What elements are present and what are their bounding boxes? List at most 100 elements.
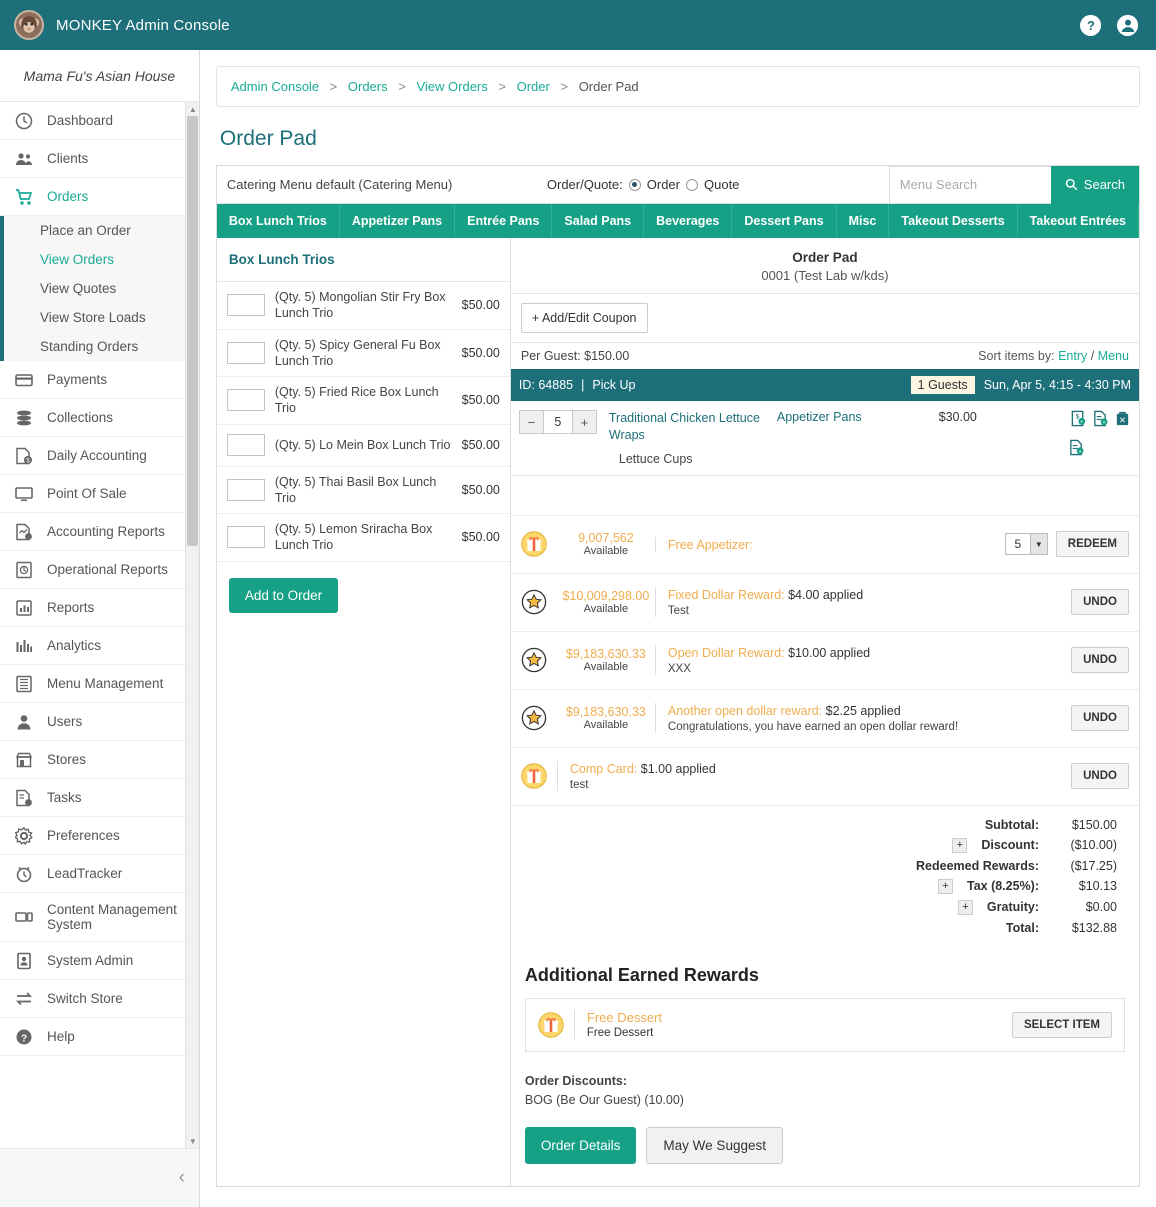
expand-toggle-icon[interactable]: + <box>957 899 973 915</box>
sidebar-item-orders[interactable]: Orders <box>0 178 199 216</box>
radio-quote[interactable] <box>686 178 698 191</box>
add-to-order-button[interactable]: Add to Order <box>228 577 339 613</box>
sidebar-item-collections[interactable]: Collections <box>0 399 199 437</box>
delete-icon[interactable]: ✕ <box>1114 410 1131 427</box>
sidebar-item-dashboard[interactable]: Dashboard <box>0 102 199 140</box>
sub-note-icon[interactable]: + <box>1068 439 1085 456</box>
tab-beverages[interactable]: Beverages <box>644 204 733 238</box>
submenu-item-view-store-loads[interactable]: View Store Loads <box>4 303 199 332</box>
select-item-button[interactable]: SELECT ITEM <box>1011 1011 1112 1038</box>
account-avatar-icon[interactable] <box>1117 14 1138 36</box>
sidebar-item-operational-reports[interactable]: Operational Reports <box>0 551 199 589</box>
line-item-name[interactable]: Traditional Chicken Lettuce Wraps <box>609 410 769 444</box>
catalog-qty-input[interactable] <box>226 341 265 364</box>
scroll-up-icon[interactable]: ▲ <box>186 102 200 116</box>
expand-toggle-icon[interactable]: + <box>937 878 953 894</box>
tab-takeout-desserts[interactable]: Takeout Desserts <box>889 204 1018 238</box>
submenu-item-view-quotes[interactable]: View Quotes <box>4 274 199 303</box>
tab-appetizer-pans[interactable]: Appetizer Pans <box>340 204 456 238</box>
coupon-bar: + Add/Edit Coupon <box>510 293 1139 342</box>
breadcrumb-view-orders[interactable]: View Orders <box>416 79 487 94</box>
sidebar-item-users[interactable]: Users <box>0 703 199 741</box>
submenu-item-place-an-order[interactable]: Place an Order <box>4 216 199 245</box>
breadcrumb-admin-console[interactable]: Admin Console <box>231 79 319 94</box>
chevron-left-icon[interactable]: ‹ <box>179 1167 185 1189</box>
tab-box-lunch-trios[interactable]: Box Lunch Trios <box>217 204 340 238</box>
sidebar-item-preferences[interactable]: Preferences <box>0 817 199 855</box>
svg-text:?: ? <box>20 1033 26 1044</box>
submenu-item-standing-orders[interactable]: Standing Orders <box>4 332 199 361</box>
reward-row: $10,009,298.00 Available Fixed Dollar Rewa… <box>510 574 1139 632</box>
qty-value[interactable]: 5 <box>542 411 573 433</box>
sidebar-item-payments[interactable]: Payments <box>0 361 199 399</box>
clock-icon <box>14 864 33 883</box>
chevron-down-icon[interactable]: ▼ <box>1029 534 1047 555</box>
catalog-qty-input[interactable] <box>226 478 265 501</box>
reward-text: Another open dollar reward: $2.25 applie… <box>654 703 1071 734</box>
submenu-item-view-orders[interactable]: View Orders <box>4 245 199 274</box>
sidebar-collapse-bar[interactable]: ‹ <box>0 1148 199 1207</box>
tasks-icon <box>14 788 33 807</box>
total-label: Total: <box>1005 920 1039 935</box>
tab-entr-e-pans[interactable]: Entrée Pans <box>455 204 553 238</box>
may-we-suggest-button[interactable]: May We Suggest <box>646 1126 783 1164</box>
reward-action-button[interactable]: UNDO <box>1071 589 1129 616</box>
sidebar-item-accounting-reports[interactable]: Accounting Reports <box>0 513 199 551</box>
catalog-qty-input[interactable] <box>226 389 265 412</box>
sidebar-item-system-admin[interactable]: System Admin <box>0 942 199 980</box>
sidebar-item-label: Orders <box>47 189 89 204</box>
tab-misc[interactable]: Misc <box>837 204 890 238</box>
help-icon[interactable]: ? <box>1080 14 1101 36</box>
catalog-qty-input[interactable] <box>226 434 265 456</box>
quantity-stepper[interactable]: − 5 + <box>518 410 597 434</box>
scroll-down-icon[interactable]: ▼ <box>186 1134 200 1148</box>
sidebar-item-label: Help <box>47 1029 75 1044</box>
sidebar-item-daily-accounting[interactable]: $ Daily Accounting <box>0 437 199 475</box>
sort-by-entry[interactable]: Entry <box>1058 349 1087 363</box>
sidebar-scrollbar[interactable]: ▲ ▼ <box>184 102 200 1148</box>
sidebar-item-reports[interactable]: Reports <box>0 589 199 627</box>
sort-by-menu[interactable]: Menu <box>1098 349 1129 363</box>
header-actions: ? <box>1080 14 1138 36</box>
breadcrumb-orders[interactable]: Orders <box>348 79 388 94</box>
sidebar-item-leadtracker[interactable]: LeadTracker <box>0 855 199 893</box>
breadcrumb-order[interactable]: Order <box>517 79 550 94</box>
reward-quantity-select[interactable]: 5 ▼ <box>1004 533 1048 556</box>
catalog-qty-input[interactable] <box>226 294 265 317</box>
sidebar-item-stores[interactable]: Stores <box>0 741 199 779</box>
sidebar-item-clients[interactable]: Clients <box>0 140 199 178</box>
tab-dessert-pans[interactable]: Dessert Pans <box>732 204 837 238</box>
total-value: ($10.00) <box>1070 838 1117 853</box>
analytics-icon <box>14 636 33 655</box>
menu-search-input[interactable] <box>888 165 1051 204</box>
sidebar-item-analytics[interactable]: Analytics <box>0 627 199 665</box>
reward-action-button[interactable]: UNDO <box>1071 647 1129 674</box>
reward-action-button[interactable]: UNDO <box>1071 763 1129 790</box>
add-edit-coupon-button[interactable]: + Add/Edit Coupon <box>520 303 648 333</box>
radio-order[interactable] <box>628 178 641 191</box>
qty-decrease-button[interactable]: − <box>519 411 543 433</box>
reward-action-button[interactable]: UNDO <box>1071 705 1129 732</box>
sidebar-item-menu-management[interactable]: Menu Management <box>0 665 199 703</box>
catalog-item-name: (Qty. 5) Fried Rice Box Lunch Trio <box>274 385 439 416</box>
sidebar-item-tasks[interactable]: Tasks <box>0 779 199 817</box>
star-icon <box>521 589 547 615</box>
tab-takeout-entr-es[interactable]: Takeout Entrées <box>1018 204 1139 238</box>
sidebar-item-help[interactable]: ? Help <box>0 1018 199 1056</box>
catalog-qty-input[interactable] <box>226 526 265 549</box>
scrollbar-thumb[interactable] <box>186 116 198 546</box>
sidebar-item-content-management-system[interactable]: Content Management System <box>0 893 199 942</box>
price-edit-icon[interactable]: $ + <box>1070 410 1087 427</box>
reward-action-button[interactable]: REDEEM <box>1055 531 1129 558</box>
expand-toggle-icon[interactable]: + <box>952 837 968 853</box>
sidebar-item-point-of-sale[interactable]: Point Of Sale <box>0 475 199 513</box>
tab-salad-pans[interactable]: Salad Pans <box>552 204 645 238</box>
sidebar-item-switch-store[interactable]: Switch Store <box>0 980 199 1018</box>
reward-detail: Test <box>667 605 689 618</box>
search-button[interactable]: Search <box>1050 165 1139 204</box>
qty-increase-button[interactable]: + <box>572 411 596 433</box>
total-row: Redeemed Rewards: ($17.25) <box>511 859 1117 873</box>
order-details-button[interactable]: Order Details <box>524 1126 637 1164</box>
add-note-icon[interactable]: + <box>1092 410 1109 427</box>
reward-text: Fixed Dollar Reward: $4.00 applied Test <box>654 587 1071 618</box>
